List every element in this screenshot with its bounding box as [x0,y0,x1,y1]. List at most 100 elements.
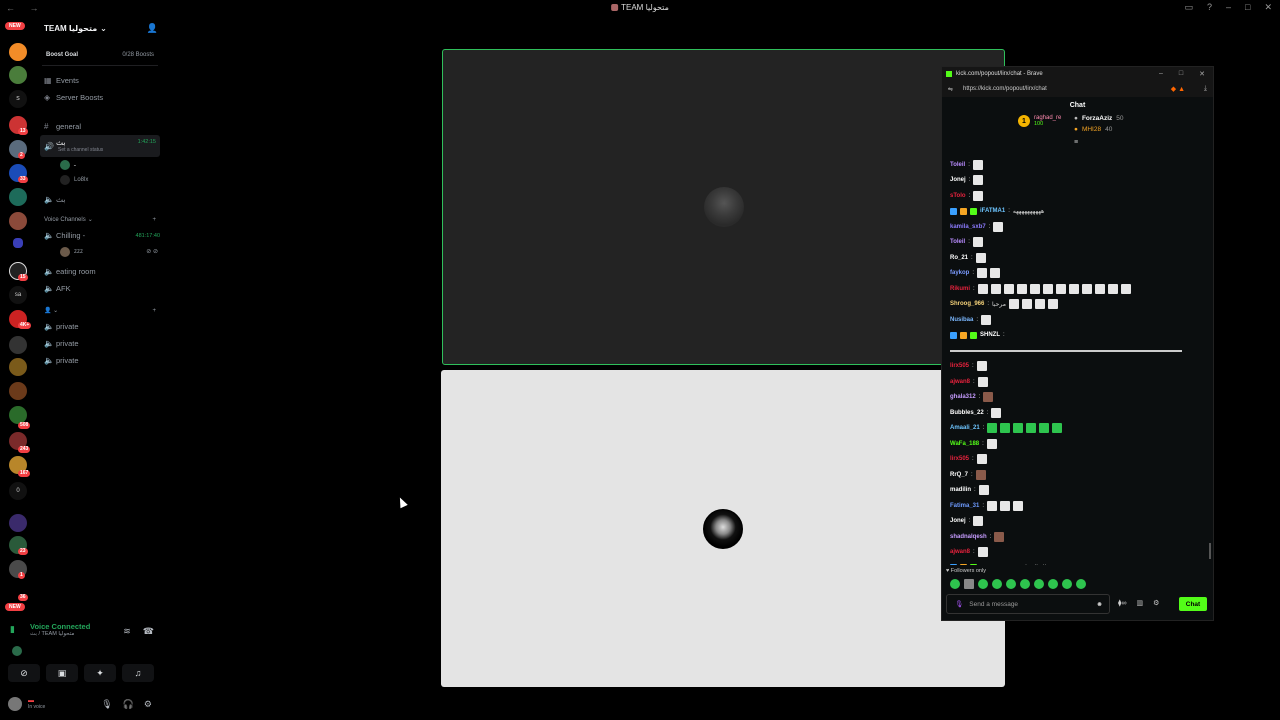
channel-chilling[interactable]: 🔈 Chilling - 481:17:40 [36,227,164,244]
chat-username[interactable]: Shroog_966 [950,301,984,307]
chat-message[interactable]: Bubbles_22: [942,405,1215,421]
chat-message[interactable]: SHNZL: [942,328,1215,344]
chat-message[interactable]: iFATMA1: ههههههههههه [942,204,1215,220]
activities-button[interactable]: ✦ [84,664,116,682]
microphone-icon[interactable]: 🎙 [101,699,112,710]
chat-username[interactable]: Fatima_31 [950,503,979,509]
add-user-icon[interactable]: 👤 [147,23,158,34]
chat-message[interactable]: ghala312: [942,390,1215,406]
chat-username[interactable]: Rikumi [950,286,970,292]
maximize-icon[interactable]: □ [1179,70,1183,78]
emote[interactable] [950,579,960,589]
server-icon[interactable] [9,336,27,354]
emote[interactable] [1076,579,1086,589]
server-icon[interactable] [9,188,27,206]
channel-private[interactable]: 🔈 private [36,335,164,352]
chat-send-button[interactable]: Chat [1179,597,1207,611]
server-icon[interactable] [9,358,27,376]
chat-message[interactable]: lirx505: [942,359,1215,375]
chat-message[interactable]: faykop: [942,266,1215,282]
server-icon[interactable] [9,514,27,532]
chat-username[interactable]: lirx505 [950,363,969,369]
chat-username[interactable]: Toleil [950,162,965,168]
gift-icon[interactable]: ▥ [1136,599,1143,607]
minimize-icon[interactable]: – [1159,70,1163,78]
settings-gear-icon[interactable]: ⚙ [1153,599,1159,607]
server-icon[interactable]: 0 [9,482,27,500]
chat-message[interactable]: RrQ_7: [942,467,1215,483]
chat-username[interactable]: ajwan8 [950,379,970,385]
history-nav[interactable]: ← → [6,3,45,13]
chat-message[interactable]: kamila_sxb7: [942,219,1215,235]
help-icon[interactable]: ? [1207,2,1212,13]
camera-button[interactable]: ⊘ [8,664,40,682]
voice-user[interactable]: Lo8lx [36,172,164,187]
chat-username[interactable]: ghala312 [950,394,976,400]
chat-message[interactable]: Amaali_21: [942,421,1215,437]
category-voice-channels[interactable]: Voice Channels ⌄ + [36,212,164,227]
chat-message[interactable]: madilin: [942,483,1215,499]
emote[interactable] [1006,579,1016,589]
chat-message[interactable]: Rikumi: [942,281,1215,297]
brave-shield-icon[interactable]: ◆ ▲ [1171,85,1185,93]
chat-username[interactable]: WaFa_188 [950,441,979,447]
channel-general[interactable]: # general [36,118,164,135]
server-icon[interactable] [9,66,27,84]
channel-voice[interactable]: 🔈 بث [36,191,164,208]
headphones-icon[interactable]: 🎧 [123,699,134,710]
voice-user[interactable]: ـ [36,157,164,172]
emote[interactable] [1062,579,1072,589]
channel-afk[interactable]: 🔈 AFK [36,280,164,297]
video-tile-speaking[interactable] [442,49,1005,365]
channel-active-voice[interactable]: 🔊 بث Set a channel status 1:42:15 [40,135,160,157]
leaderboard-row[interactable]: ● ForzaAziz 50 [1074,113,1124,124]
channel-eating-room[interactable]: 🔈 eating room [36,263,164,280]
leaderboard-row[interactable]: ● MHI28 40 [1074,124,1124,135]
emote[interactable] [1034,579,1044,589]
chat-message[interactable]: Toleil: [942,157,1215,173]
noise-suppression-icon[interactable]: ≋ [123,626,131,637]
chat-username[interactable]: RrQ_7 [950,472,968,478]
site-settings-icon[interactable]: ⇋ [948,86,953,93]
chat-message[interactable]: Fatima_31: [942,498,1215,514]
emote[interactable] [1048,579,1058,589]
close-icon[interactable]: ✕ [1264,2,1272,13]
pinned-gifter[interactable]: 1 raghad_re 100 [1018,115,1061,127]
settings-gear-icon[interactable]: ⚙ [144,699,152,710]
chat-message[interactable]: lirx505: [942,452,1215,468]
chat-username[interactable]: ajwan8 [950,549,970,555]
chat-message[interactable]: Jonej: [942,514,1215,530]
screenshare-button[interactable]: ▣ [46,664,78,682]
add-channel-icon[interactable]: + [152,217,156,223]
chat-username[interactable]: iFATMA1 [980,208,1005,214]
emote[interactable] [978,579,988,589]
chat-message[interactable]: Shroog_966: مرحبا [942,297,1215,313]
channel-private[interactable]: 🔈 private [36,318,164,335]
chat-message[interactable]: ajwan8: [942,545,1215,561]
chat-message[interactable]: Ro_21: [942,250,1215,266]
chat-message[interactable]: Toleil: [942,235,1215,251]
chat-username[interactable]: Amaali_21 [950,425,980,431]
chat-username[interactable]: Ro_21 [950,255,968,261]
chat-username[interactable]: Nusibaa [950,317,973,323]
chat-username[interactable]: madilin [950,487,971,493]
chat-username[interactable]: shadnalqesh [950,534,987,540]
emoji-icon[interactable]: ☻ [1096,601,1103,608]
guild-header[interactable]: TEAM متحوليا ⌄ 👤 [36,16,164,40]
chat-message[interactable]: sTolo: [942,188,1215,204]
emote[interactable] [992,579,1002,589]
server-icon[interactable]: s [9,90,27,108]
kicks-icon[interactable]: ⧫∞ [1118,599,1126,607]
chat-username[interactable]: SHNZL [980,332,1000,338]
category-private[interactable]: 👤 ⌄ + [36,303,164,318]
chat-username[interactable]: kamila_sxb7 [950,224,986,230]
chat-username[interactable]: lirx505 [950,456,969,462]
soundboard-button[interactable]: ♫ [122,664,154,682]
server-folder[interactable] [13,238,23,248]
disconnect-icon[interactable]: ☎ [143,626,154,637]
chat-message[interactable]: shadnalqesh: [942,529,1215,545]
voice-user[interactable]: zzz ⊘ ⊘ [36,244,164,259]
video-tile[interactable] [441,370,1005,687]
server-icon[interactable] [9,212,27,230]
chat-message[interactable]: Jonej: [942,173,1215,189]
